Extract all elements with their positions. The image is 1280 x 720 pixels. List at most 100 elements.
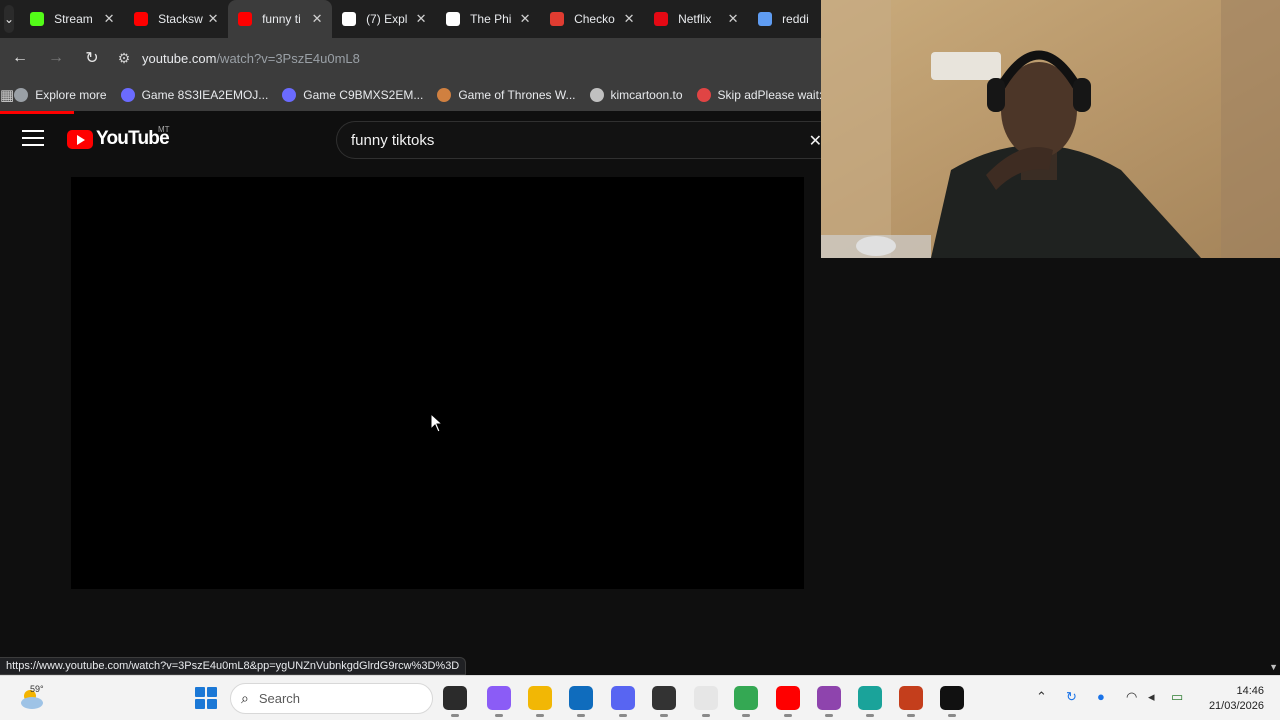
arrow-right-icon: → — [48, 49, 64, 66]
reload-icon: ↻ — [85, 50, 99, 67]
weather-temperature: 59° — [30, 684, 44, 694]
tab-title: Stacksw — [158, 12, 203, 26]
tab-list: Stream ✕ Stacksw ✕ funny ti ✕ (7) Expl ✕ The Phi… — [20, 0, 852, 38]
bookmark-label: kimcartoon.to — [610, 87, 683, 102]
chrome-icon[interactable] — [734, 686, 758, 717]
browser-tab[interactable]: Netflix ✕ — [644, 0, 748, 38]
globe-icon — [14, 87, 29, 102]
bookmark-label: Explore more — [35, 87, 107, 102]
youtube-logo[interactable]: YouTube MT — [67, 125, 170, 150]
bookmark-label: Game 8S3IEA2EMOJ... — [141, 87, 269, 102]
bookmark-list: Explore more Game 8S3IEA2EMOJ... Game C9BM… — [14, 87, 846, 102]
podcast-icon[interactable] — [817, 686, 841, 717]
file-explorer-icon[interactable] — [528, 686, 552, 717]
wifi-icon[interactable]: ◠ — [1126, 689, 1137, 705]
link-status-bubble: https://www.youtube.com/watch?v=3PszE4u0… — [0, 657, 467, 675]
menu-icon[interactable] — [22, 130, 44, 148]
microphone-icon[interactable]: ● — [1097, 689, 1105, 704]
reload-button[interactable]: ↻ — [76, 42, 108, 74]
game-icon — [120, 87, 135, 102]
netflix-icon — [654, 12, 669, 26]
clock-time: 14:46 — [1236, 685, 1264, 697]
powerpoint-icon[interactable] — [899, 686, 923, 717]
taskbar-search-box[interactable]: ⌕ Search — [230, 683, 433, 714]
close-tab-icon[interactable]: ✕ — [726, 11, 740, 27]
browser-tab[interactable]: Stream ✕ — [20, 0, 124, 38]
clock-date: 21/03/2026 — [1208, 700, 1264, 712]
x-icon — [342, 12, 357, 26]
address-bar[interactable]: ⚙ youtube.com/watch?v=3PszE4u0mL8 — [112, 43, 821, 73]
tab-title: funny ti — [262, 12, 301, 26]
volume-icon[interactable]: ◂ — [1148, 689, 1155, 705]
site-info-icon[interactable]: ⚙ — [112, 50, 136, 67]
museum-icon — [446, 12, 461, 26]
search-input[interactable]: funny tiktoks ✕ — [336, 121, 822, 159]
youtube-icon — [134, 12, 149, 26]
globe-icon — [589, 87, 604, 102]
clear-search-icon[interactable]: ✕ — [809, 131, 822, 151]
copilot-icon[interactable] — [487, 686, 511, 717]
close-tab-icon[interactable]: ✕ — [310, 11, 324, 27]
scroll-down-icon[interactable]: ▼ — [1269, 662, 1278, 672]
tab-search-button[interactable]: ⌄ — [4, 5, 15, 33]
game-icon — [282, 87, 297, 102]
bookmark-item[interactable]: Game of Thrones W... — [437, 87, 576, 102]
capcut-icon[interactable] — [940, 686, 964, 717]
tab-title: (7) Expl — [366, 12, 408, 26]
bookmark-label: Skip adPlease wait:... — [717, 87, 833, 102]
search-query: funny tiktoks — [351, 131, 435, 149]
notepad-icon[interactable] — [694, 686, 718, 717]
browser-tab[interactable]: (7) Expl ✕ — [332, 0, 436, 38]
forward-button[interactable]: → — [40, 42, 72, 74]
s-icon — [550, 12, 565, 26]
skip-ad-icon — [696, 87, 711, 102]
apps-grid-icon[interactable]: ▦ — [0, 86, 14, 104]
mouse-cursor-icon — [430, 413, 444, 433]
maps-icon[interactable] — [858, 686, 882, 717]
tab-title: Netflix — [678, 12, 712, 26]
battery-icon[interactable]: ▭ — [1171, 689, 1183, 705]
browser-tab[interactable]: The Phi ✕ — [436, 0, 540, 38]
webcam-overlay — [821, 0, 1280, 258]
tab-title: Checko — [574, 12, 615, 26]
close-tab-icon[interactable]: ✕ — [622, 11, 636, 27]
sync-icon[interactable]: ↻ — [1066, 689, 1077, 705]
video-player[interactable] — [71, 177, 804, 589]
browser-tab[interactable]: Stacksw ✕ — [124, 0, 228, 38]
obs-icon[interactable] — [652, 686, 676, 717]
address-path: /watch?v=3PszE4u0mL8 — [216, 50, 360, 66]
show-hidden-icons-icon[interactable]: ⌃ — [1036, 689, 1047, 705]
youtube-icon — [238, 12, 253, 26]
kick-icon — [30, 12, 45, 26]
bookmark-label: Game of Thrones W... — [458, 87, 576, 102]
address-host: youtube.com — [142, 50, 217, 66]
bookmark-item[interactable]: Game 8S3IEA2EMOJ... — [120, 87, 269, 102]
task-view-icon[interactable] — [443, 686, 467, 717]
bookmark-item[interactable]: kimcartoon.to — [589, 87, 683, 102]
region-code: MT — [158, 125, 170, 134]
tab-title: The Phi — [470, 12, 512, 26]
bookmark-item[interactable]: Skip adPlease wait:... — [696, 87, 833, 102]
bookmark-item[interactable]: Explore more — [14, 87, 107, 102]
browser-tab[interactable]: funny ti ✕ — [228, 0, 333, 38]
close-tab-icon[interactable]: ✕ — [102, 11, 116, 27]
discord-icon[interactable] — [611, 686, 635, 717]
bookmarks-bar: ▦ Explore more Game 8S3IEA2EMOJ... Game C9… — [0, 78, 832, 111]
close-tab-icon[interactable]: ✕ — [518, 11, 532, 27]
search-icon: ⌕ — [241, 690, 249, 706]
close-tab-icon[interactable]: ✕ — [414, 11, 428, 27]
youtube-app-icon[interactable] — [776, 686, 800, 717]
windows-taskbar: 59° ⌕ Search ⌃ ↻ ● ◠ ◂ ▭ 14:46 21/03/202… — [0, 675, 1280, 720]
search-icon — [758, 12, 773, 26]
windows-start-icon[interactable] — [195, 687, 217, 709]
bookmark-item[interactable]: Game C9BMXS2EM... — [282, 87, 423, 102]
back-button[interactable]: ← — [4, 42, 36, 74]
outlook-icon[interactable] — [569, 686, 593, 717]
system-clock[interactable]: 14:46 21/03/2026 — [1209, 684, 1264, 714]
webcam-feed-image — [821, 0, 1280, 258]
youtube-header: YouTube MT funny tiktoks ✕ — [0, 114, 822, 166]
browser-tab[interactable]: Checko ✕ — [540, 0, 644, 38]
weather-widget[interactable]: 59° — [18, 684, 46, 712]
close-tab-icon[interactable]: ✕ — [206, 11, 220, 27]
dragon-icon — [437, 87, 452, 102]
